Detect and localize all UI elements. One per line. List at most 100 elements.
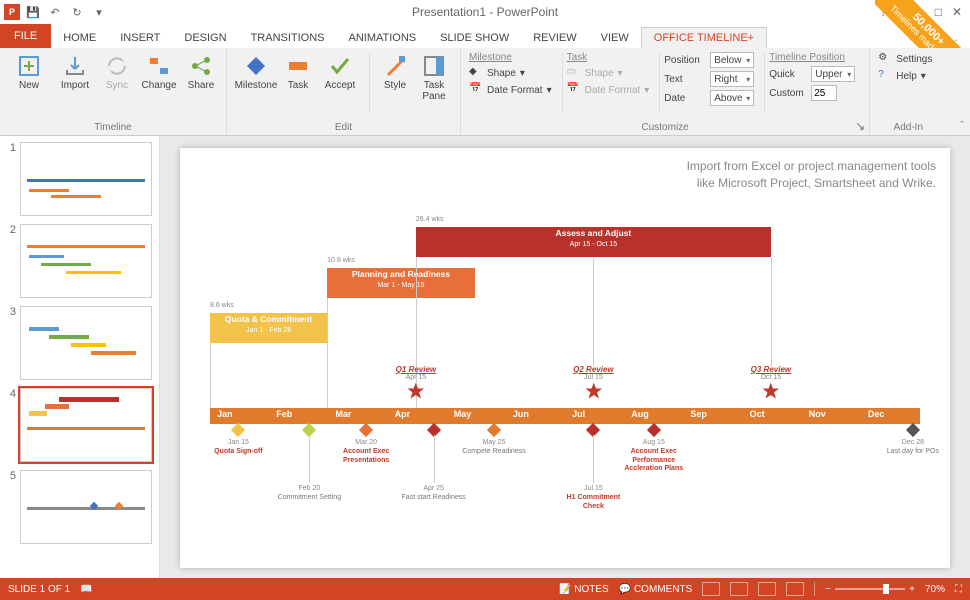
milestone-label: Jul 15H1 Commitment Check bbox=[558, 485, 628, 511]
month-label: Sep bbox=[690, 409, 707, 419]
milestone-diamond[interactable] bbox=[906, 423, 920, 437]
group-label-timeline: Timeline bbox=[8, 120, 218, 133]
tab-office-timeline[interactable]: OFFICE TIMELINE+ bbox=[641, 27, 767, 49]
reading-view-button[interactable] bbox=[758, 582, 776, 596]
ribbon-group-customize: Milestone ◆Shape ▾ 📅Date Format ▾ Task ▭… bbox=[461, 48, 870, 135]
quick-access-toolbar: 💾 ↶ ↻ ▾ bbox=[26, 5, 106, 19]
milestone-diamond[interactable] bbox=[359, 423, 373, 437]
task-bar[interactable]: Planning and ReadinessMar 1 - May 1510.8… bbox=[327, 268, 475, 298]
settings-button[interactable]: ⚙Settings bbox=[878, 52, 932, 66]
help-icon[interactable]: ? bbox=[880, 5, 887, 19]
style-button[interactable]: Style bbox=[378, 52, 412, 93]
review-milestone[interactable]: Q2 ReviewJul 15 bbox=[573, 365, 613, 404]
import-button[interactable]: Import bbox=[54, 52, 96, 93]
tab-right-overflow[interactable]: Office T… bbox=[897, 28, 970, 48]
milestone-diamond[interactable] bbox=[647, 423, 661, 437]
share-button[interactable]: Share bbox=[184, 52, 218, 93]
slideshow-view-button[interactable] bbox=[786, 582, 804, 596]
month-label: Jan bbox=[217, 409, 233, 419]
slide-subtitle: Import from Excel or project management … bbox=[687, 158, 936, 193]
tab-view[interactable]: VIEW bbox=[589, 28, 641, 48]
thumbnail-2[interactable] bbox=[20, 224, 152, 298]
undo-icon[interactable]: ↶ bbox=[48, 5, 62, 19]
milestone-diamond[interactable] bbox=[487, 423, 501, 437]
thumbnail-1[interactable] bbox=[20, 142, 152, 216]
text-dropdown[interactable]: Right bbox=[710, 71, 754, 87]
change-button[interactable]: Change bbox=[138, 52, 180, 93]
ribbon-tabs: FILE HOME INSERT DESIGN TRANSITIONS ANIM… bbox=[0, 24, 970, 48]
workspace: 1 2 3 4 5 Import from Excel or project m… bbox=[0, 136, 970, 578]
import-icon bbox=[63, 54, 87, 78]
change-icon bbox=[147, 54, 171, 78]
tab-insert[interactable]: INSERT bbox=[108, 28, 172, 48]
minimize-button[interactable]: – bbox=[918, 5, 925, 19]
spellcheck-icon[interactable]: 📖 bbox=[80, 584, 92, 595]
tab-slideshow[interactable]: SLIDE SHOW bbox=[428, 28, 521, 48]
zoom-slider[interactable]: − + bbox=[825, 584, 915, 595]
milestone-icon bbox=[244, 54, 268, 78]
shape-icon: ▭ bbox=[567, 66, 581, 80]
milestone-diamond[interactable] bbox=[231, 423, 245, 437]
month-label: Nov bbox=[809, 409, 826, 419]
tab-design[interactable]: DESIGN bbox=[172, 28, 238, 48]
month-label: Jul bbox=[572, 409, 585, 419]
date-dropdown[interactable]: Above bbox=[710, 90, 754, 106]
task-shape-dropdown[interactable]: ▭Shape ▾ bbox=[567, 66, 650, 80]
ribbon-group-addin: ⚙Settings ?Help ▾ Add-In bbox=[870, 48, 946, 135]
review-milestone[interactable]: Q3 ReviewOct 15 bbox=[751, 365, 791, 404]
tab-home[interactable]: HOME bbox=[51, 28, 108, 48]
new-button[interactable]: New bbox=[8, 52, 50, 93]
milestone-dateformat-dropdown[interactable]: 📅Date Format ▾ bbox=[469, 83, 552, 97]
tab-animations[interactable]: ANIMATIONS bbox=[337, 28, 429, 48]
notes-button[interactable]: 📝 NOTES bbox=[559, 584, 609, 595]
zoom-level[interactable]: 70% bbox=[925, 584, 945, 595]
qat-more-icon[interactable]: ▾ bbox=[92, 5, 106, 19]
text-label: Text bbox=[664, 74, 706, 85]
thumbnail-4[interactable] bbox=[20, 388, 152, 462]
tab-review[interactable]: REVIEW bbox=[521, 28, 588, 48]
redo-icon[interactable]: ↻ bbox=[70, 5, 84, 19]
slide-counter[interactable]: SLIDE 1 OF 1 bbox=[8, 584, 70, 595]
custom-input[interactable] bbox=[811, 85, 837, 101]
close-button[interactable]: ✕ bbox=[952, 5, 962, 19]
date-label: Date bbox=[664, 93, 706, 104]
gear-icon: ⚙ bbox=[878, 52, 892, 66]
tab-file[interactable]: FILE bbox=[0, 24, 51, 48]
milestone-label: Aug 15Account Exec Performance Acclerati… bbox=[619, 439, 689, 474]
task-dateformat-dropdown[interactable]: 📅Date Format ▾ bbox=[567, 83, 650, 97]
group-launcher-icon[interactable]: ↘ bbox=[855, 119, 865, 133]
task-header: Task bbox=[567, 52, 650, 63]
quick-dropdown[interactable]: Upper bbox=[811, 66, 855, 82]
slide-canvas-area[interactable]: Import from Excel or project management … bbox=[160, 136, 970, 578]
sync-button[interactable]: Sync bbox=[100, 52, 134, 93]
shape-icon: ◆ bbox=[469, 66, 483, 80]
normal-view-button[interactable] bbox=[702, 582, 720, 596]
month-label: Oct bbox=[750, 409, 765, 419]
milestone-shape-dropdown[interactable]: ◆Shape ▾ bbox=[469, 66, 552, 80]
task-pane-button[interactable]: Task Pane bbox=[416, 52, 452, 104]
restore-button[interactable]: □ bbox=[935, 5, 942, 19]
month-label: May bbox=[454, 409, 472, 419]
accept-button[interactable]: Accept bbox=[319, 52, 361, 93]
fit-to-window-icon[interactable]: ⛶ bbox=[955, 584, 962, 595]
collapse-ribbon-icon[interactable]: ˆ bbox=[960, 120, 964, 132]
timeline: JanFebMarAprMayJunJulAugSepOctNovDecQuot… bbox=[210, 213, 920, 548]
task-bar[interactable]: Assess and AdjustApr 15 - Oct 1526.4 wks bbox=[416, 227, 771, 257]
task-bar[interactable]: Quota & CommitmentJan 1 - Feb 288.6 wks bbox=[210, 313, 327, 343]
milestone-header: Milestone bbox=[469, 52, 552, 63]
help-button[interactable]: ?Help ▾ bbox=[878, 69, 932, 83]
comments-button[interactable]: 💬 COMMENTS bbox=[619, 584, 693, 595]
tab-transitions[interactable]: TRANSITIONS bbox=[239, 28, 337, 48]
thumbnail-3[interactable] bbox=[20, 306, 152, 380]
ribbon: New Import Sync Change Share Timeline bbox=[0, 48, 970, 136]
sorter-view-button[interactable] bbox=[730, 582, 748, 596]
thumbnail-5[interactable] bbox=[20, 470, 152, 544]
zoom-out-icon[interactable]: − bbox=[825, 584, 831, 595]
review-milestone[interactable]: Q1 ReviewApr 15 bbox=[396, 365, 436, 404]
task-button[interactable]: Task bbox=[281, 52, 315, 93]
save-icon[interactable]: 💾 bbox=[26, 5, 40, 19]
ribbon-options-icon[interactable]: ▢ bbox=[897, 5, 908, 19]
milestone-button[interactable]: Milestone bbox=[235, 52, 277, 93]
zoom-in-icon[interactable]: + bbox=[909, 584, 915, 595]
position-dropdown[interactable]: Below bbox=[710, 52, 754, 68]
